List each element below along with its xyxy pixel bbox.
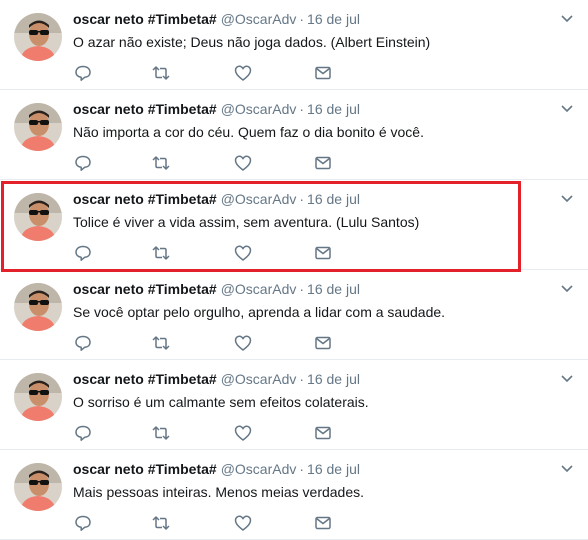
chevron-down-icon[interactable]	[558, 370, 576, 388]
tweet-timestamp[interactable]: 16 de jul	[307, 461, 360, 477]
separator: ·	[299, 191, 305, 207]
user-fullname[interactable]: oscar neto #Timbeta#	[73, 281, 217, 297]
retweet-icon[interactable]	[151, 513, 171, 533]
tweet-text: Tolice é viver a vida assim, sem aventur…	[73, 214, 420, 230]
tweet-timestamp[interactable]: 16 de jul	[307, 101, 360, 117]
user-handle[interactable]: @OscarAdv	[221, 281, 297, 297]
tweet-text: Se você optar pelo orgulho, aprenda a li…	[73, 304, 446, 320]
heart-icon[interactable]	[233, 513, 253, 533]
tweet-timestamp[interactable]: 16 de jul	[307, 371, 360, 387]
tweet-text: Não importa a cor do céu. Quem faz o dia…	[73, 124, 424, 140]
envelope-icon[interactable]	[313, 243, 333, 263]
reply-icon[interactable]	[73, 513, 93, 533]
chevron-down-icon[interactable]	[558, 280, 576, 298]
envelope-icon[interactable]	[313, 513, 333, 533]
chevron-down-icon[interactable]	[558, 460, 576, 478]
heart-icon[interactable]	[233, 333, 253, 353]
separator: ·	[299, 281, 305, 297]
retweet-icon[interactable]	[151, 63, 171, 83]
separator: ·	[299, 101, 305, 117]
retweet-icon[interactable]	[151, 333, 171, 353]
user-handle[interactable]: @OscarAdv	[221, 371, 297, 387]
tweet-header: oscar neto #Timbeta# @OscarAdv · 16 de jul	[73, 99, 360, 119]
envelope-icon[interactable]	[313, 153, 333, 173]
tweet-header: oscar neto #Timbeta# @OscarAdv · 16 de jul	[73, 189, 360, 209]
heart-icon[interactable]	[233, 153, 253, 173]
tweet[interactable]: oscar neto #Timbeta# @OscarAdv · 16 de jul …	[0, 360, 588, 450]
reply-icon[interactable]	[73, 243, 93, 263]
tweet-text: Mais pessoas inteiras. Menos meias verda…	[73, 484, 365, 500]
user-fullname[interactable]: oscar neto #Timbeta#	[73, 11, 217, 27]
tweet-text: O azar não existe; Deus não joga dados. …	[73, 34, 431, 50]
retweet-icon[interactable]	[151, 153, 171, 173]
avatar[interactable]	[14, 13, 62, 61]
tweet-text: O sorriso é um calmante sem efeitos cola…	[73, 394, 369, 410]
user-handle[interactable]: @OscarAdv	[221, 101, 297, 117]
tweet-header: oscar neto #Timbeta# @OscarAdv · 16 de jul	[73, 369, 360, 389]
heart-icon[interactable]	[233, 63, 253, 83]
user-fullname[interactable]: oscar neto #Timbeta#	[73, 461, 217, 477]
avatar[interactable]	[14, 103, 62, 151]
tweet-timestamp[interactable]: 16 de jul	[307, 191, 360, 207]
envelope-icon[interactable]	[313, 63, 333, 83]
avatar[interactable]	[14, 283, 62, 331]
reply-icon[interactable]	[73, 423, 93, 443]
tweet-header: oscar neto #Timbeta# @OscarAdv · 16 de jul	[73, 9, 360, 29]
avatar[interactable]	[14, 463, 62, 511]
reply-icon[interactable]	[73, 333, 93, 353]
tweet-header: oscar neto #Timbeta# @OscarAdv · 16 de jul	[73, 279, 360, 299]
tweet-timestamp[interactable]: 16 de jul	[307, 281, 360, 297]
separator: ·	[299, 371, 305, 387]
tweet[interactable]: oscar neto #Timbeta# @OscarAdv · 16 de jul …	[0, 0, 588, 90]
chevron-down-icon[interactable]	[558, 190, 576, 208]
heart-icon[interactable]	[233, 243, 253, 263]
reply-icon[interactable]	[73, 63, 93, 83]
user-handle[interactable]: @OscarAdv	[221, 191, 297, 207]
user-handle[interactable]: @OscarAdv	[221, 461, 297, 477]
retweet-icon[interactable]	[151, 243, 171, 263]
user-fullname[interactable]: oscar neto #Timbeta#	[73, 191, 217, 207]
envelope-icon[interactable]	[313, 423, 333, 443]
chevron-down-icon[interactable]	[558, 100, 576, 118]
retweet-icon[interactable]	[151, 423, 171, 443]
user-fullname[interactable]: oscar neto #Timbeta#	[73, 371, 217, 387]
tweet[interactable]: oscar neto #Timbeta# @OscarAdv · 16 de jul …	[0, 450, 588, 540]
chevron-down-icon[interactable]	[558, 10, 576, 28]
tweet[interactable]: oscar neto #Timbeta# @OscarAdv · 16 de jul …	[0, 270, 588, 360]
heart-icon[interactable]	[233, 423, 253, 443]
envelope-icon[interactable]	[313, 333, 333, 353]
tweet[interactable]: oscar neto #Timbeta# @OscarAdv · 16 de jul …	[0, 90, 588, 180]
tweet-timestamp[interactable]: 16 de jul	[307, 11, 360, 27]
tweet[interactable]: oscar neto #Timbeta# @OscarAdv · 16 de jul …	[0, 180, 588, 270]
separator: ·	[299, 11, 305, 27]
tweet-header: oscar neto #Timbeta# @OscarAdv · 16 de jul	[73, 459, 360, 479]
separator: ·	[299, 461, 305, 477]
avatar[interactable]	[14, 193, 62, 241]
user-fullname[interactable]: oscar neto #Timbeta#	[73, 101, 217, 117]
avatar[interactable]	[14, 373, 62, 421]
user-handle[interactable]: @OscarAdv	[221, 11, 297, 27]
reply-icon[interactable]	[73, 153, 93, 173]
